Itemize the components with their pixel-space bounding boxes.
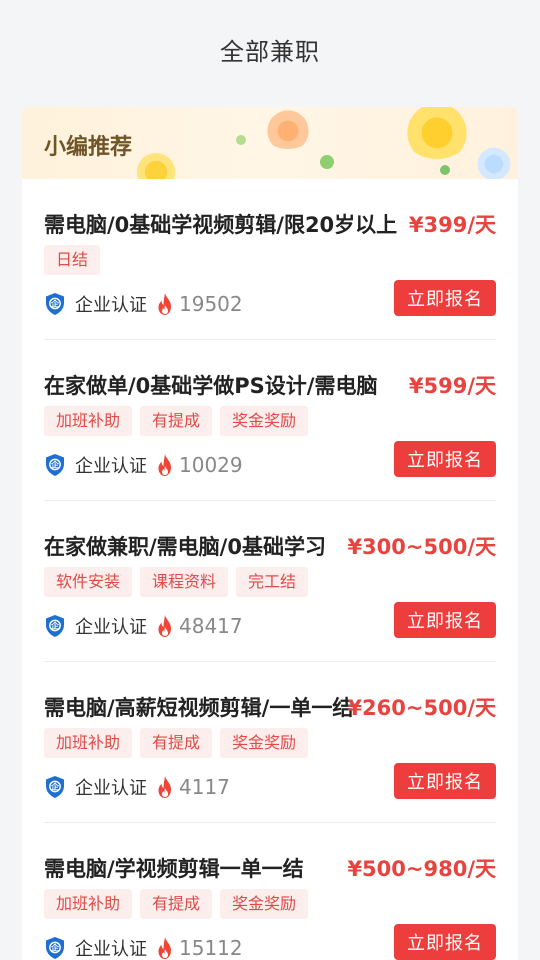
svg-text:企: 企 — [50, 782, 60, 792]
recommend-card: 小编推荐 需电脑/0基础学视频剪辑/限20岁以上 ¥399/天 日结 企 企业认… — [22, 107, 518, 960]
cert-label: 企业认证 — [75, 778, 147, 799]
hot-count: 4117 — [179, 775, 230, 799]
job-meta: 企 企业认证 15112 — [44, 933, 243, 960]
job-tag: 日结 — [44, 245, 101, 275]
job-item[interactable]: 需电脑/学视频剪辑一单一结 ¥500~980/天 加班补助 有提成 奖金奖励 企 企… — [44, 823, 496, 960]
page-title: 全部兼职 — [220, 37, 320, 66]
job-tag: 加班补助 — [44, 728, 133, 758]
job-tag: 完工结 — [236, 567, 309, 597]
job-meta: 企 企业认证 10029 — [44, 450, 243, 480]
svg-text:企: 企 — [50, 943, 60, 953]
banner-title: 小编推荐 — [44, 135, 133, 160]
hot-count: 19502 — [179, 292, 243, 316]
job-title[interactable]: 在家做单/0基础学做PS设计/需电脑 — [44, 370, 414, 400]
enterprise-cert-icon: 企 — [46, 937, 64, 959]
job-tag: 奖金奖励 — [220, 889, 309, 919]
leaf-decoration — [440, 165, 450, 175]
job-tag: 奖金奖励 — [220, 406, 309, 436]
enterprise-cert-icon: 企 — [46, 776, 64, 798]
fire-icon — [158, 293, 171, 315]
job-tag: 奖金奖励 — [220, 728, 309, 758]
job-salary: ¥399/天 — [408, 213, 496, 237]
job-tags: 加班补助 有提成 奖金奖励 — [44, 728, 309, 758]
apply-button[interactable]: 立即报名 — [394, 602, 496, 638]
apply-button[interactable]: 立即报名 — [394, 441, 496, 477]
job-salary: ¥260~500/天 — [347, 696, 496, 720]
apply-button[interactable]: 立即报名 — [394, 280, 496, 316]
job-salary: ¥599/天 — [408, 374, 496, 398]
enterprise-cert-icon: 企 — [46, 293, 64, 315]
flower-decoration — [474, 147, 514, 179]
job-title[interactable]: 需电脑/0基础学视频剪辑/限20岁以上 — [44, 209, 414, 239]
fire-icon — [158, 454, 171, 476]
svg-text:企: 企 — [50, 299, 60, 309]
job-tags: 日结 — [44, 245, 101, 275]
page-header: 全部兼职 — [0, 0, 540, 100]
job-item[interactable]: 需电脑/高薪短视频剪辑/一单一结 ¥260~500/天 加班补助 有提成 奖金奖励 … — [44, 662, 496, 823]
flower-decoration — [402, 107, 472, 159]
enterprise-cert-icon: 企 — [46, 615, 64, 637]
recommend-banner: 小编推荐 — [22, 107, 518, 179]
fire-icon — [158, 937, 171, 959]
job-tag: 加班补助 — [44, 406, 133, 436]
flower-decoration — [262, 109, 314, 149]
job-tag: 有提成 — [140, 406, 213, 436]
hot-count: 10029 — [179, 453, 243, 477]
job-list: 需电脑/0基础学视频剪辑/限20岁以上 ¥399/天 日结 企 企业认证 195… — [22, 179, 518, 960]
job-meta: 企 企业认证 19502 — [44, 289, 243, 319]
job-tags: 加班补助 有提成 奖金奖励 — [44, 889, 309, 919]
apply-button[interactable]: 立即报名 — [394, 924, 496, 960]
enterprise-cert-icon: 企 — [46, 454, 64, 476]
job-tags: 软件安装 课程资料 完工结 — [44, 567, 309, 597]
job-salary: ¥500~980/天 — [347, 857, 496, 881]
job-tag: 有提成 — [140, 728, 213, 758]
job-meta: 企 企业认证 48417 — [44, 611, 243, 641]
job-tag: 有提成 — [140, 889, 213, 919]
job-meta: 企 企业认证 4117 — [44, 772, 230, 802]
cert-label: 企业认证 — [75, 939, 147, 960]
job-item[interactable]: 在家做单/0基础学做PS设计/需电脑 ¥599/天 加班补助 有提成 奖金奖励 企 … — [44, 340, 496, 501]
fire-icon — [158, 776, 171, 798]
job-item[interactable]: 需电脑/0基础学视频剪辑/限20岁以上 ¥399/天 日结 企 企业认证 195… — [44, 179, 496, 340]
cert-label: 企业认证 — [75, 617, 147, 638]
leaf-decoration — [236, 135, 246, 145]
fire-icon — [158, 615, 171, 637]
cert-label: 企业认证 — [75, 456, 147, 477]
job-tag: 加班补助 — [44, 889, 133, 919]
job-item[interactable]: 在家做兼职/需电脑/0基础学习 ¥300~500/天 软件安装 课程资料 完工结 企… — [44, 501, 496, 662]
hot-count: 48417 — [179, 614, 243, 638]
svg-text:企: 企 — [50, 460, 60, 470]
leaf-decoration — [320, 155, 334, 169]
job-tag: 课程资料 — [140, 567, 229, 597]
cert-label: 企业认证 — [75, 295, 147, 316]
job-salary: ¥300~500/天 — [347, 535, 496, 559]
hot-count: 15112 — [179, 936, 243, 960]
job-tag: 软件安装 — [44, 567, 133, 597]
flower-decoration — [132, 153, 180, 179]
apply-button[interactable]: 立即报名 — [394, 763, 496, 799]
svg-text:企: 企 — [50, 621, 60, 631]
job-tags: 加班补助 有提成 奖金奖励 — [44, 406, 309, 436]
